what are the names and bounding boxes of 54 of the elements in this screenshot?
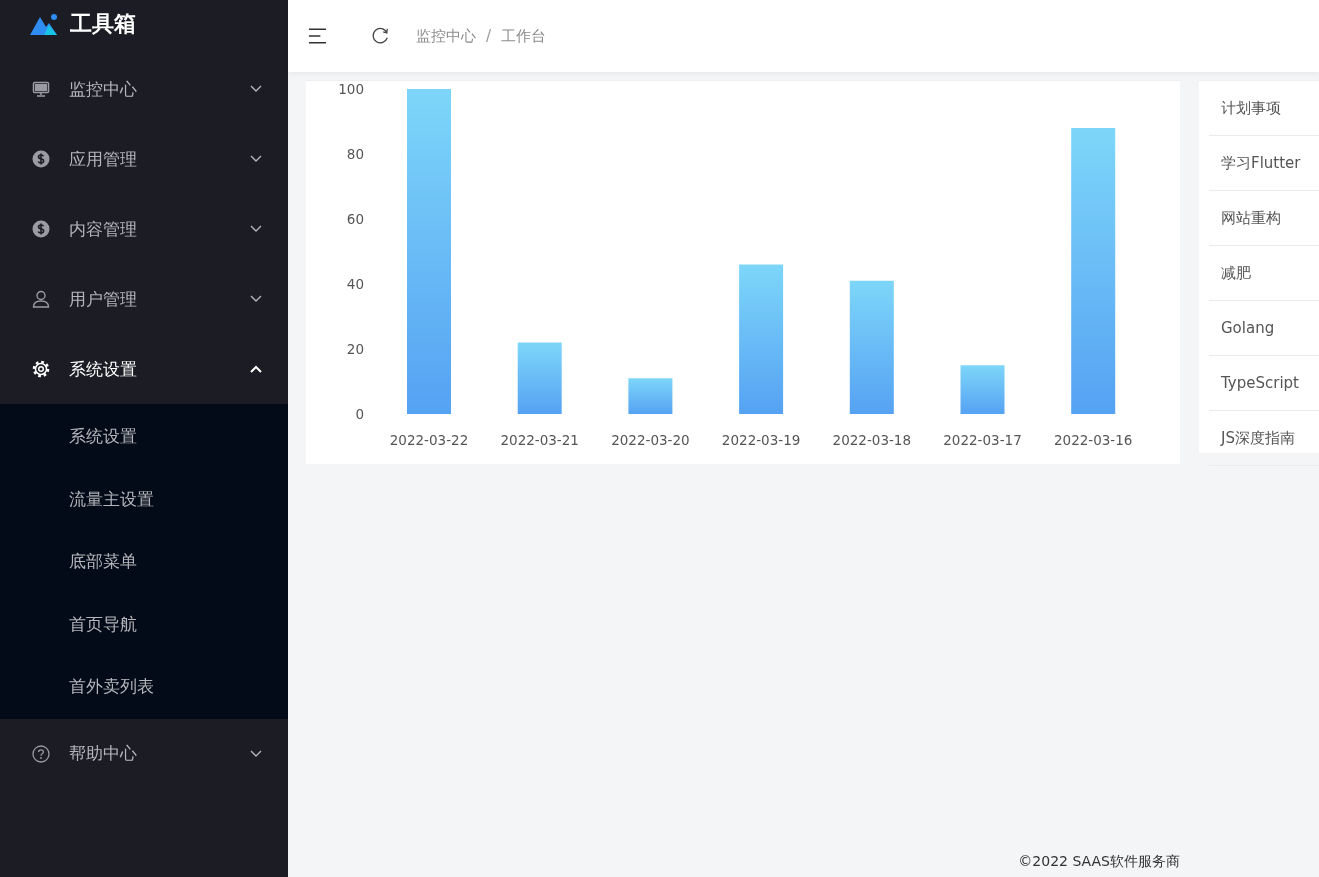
x-axis-label: 2022-03-22 bbox=[389, 432, 469, 448]
dollar-icon bbox=[32, 220, 50, 238]
menu-icon[interactable] bbox=[308, 27, 327, 45]
y-axis-label: 80 bbox=[346, 146, 364, 162]
sidebar-menu-item[interactable]: 用户管理 bbox=[0, 264, 288, 334]
y-axis-label: 60 bbox=[346, 211, 364, 227]
chevron-icon bbox=[250, 365, 262, 373]
sidebar-submenu-item[interactable]: 流量主设置 bbox=[0, 467, 288, 530]
chevron-icon bbox=[250, 225, 262, 233]
sidebar-menu-item[interactable]: 应用管理 bbox=[0, 124, 288, 194]
y-axis-label: 40 bbox=[346, 276, 364, 292]
sidebar-submenu-item[interactable]: 首外卖列表 bbox=[0, 655, 288, 718]
chevron-icon bbox=[250, 85, 262, 93]
refresh-icon[interactable] bbox=[371, 27, 390, 45]
x-axis-label: 2022-03-19 bbox=[721, 432, 801, 448]
footer-copyright: ©2022 SAAS软件服务商 bbox=[1018, 853, 1180, 869]
app-title: 工具箱 bbox=[70, 10, 136, 38]
mountain-logo-icon bbox=[30, 13, 60, 35]
settings-icon bbox=[32, 360, 50, 378]
monitor-icon bbox=[32, 80, 50, 98]
todo-item[interactable]: 减肥 bbox=[1209, 246, 1319, 301]
sidebar-menu-item[interactable]: 监控中心 bbox=[0, 54, 288, 124]
x-axis-label: 2022-03-16 bbox=[1053, 432, 1133, 448]
y-axis-label: 20 bbox=[346, 341, 364, 357]
chart-bar bbox=[960, 365, 1005, 414]
sidebar-submenu-item[interactable]: 首页导航 bbox=[0, 592, 288, 655]
todo-item[interactable]: Golang bbox=[1209, 301, 1319, 356]
todo-item[interactable]: TypeScript bbox=[1209, 356, 1319, 411]
y-axis-label: 0 bbox=[355, 406, 364, 422]
breadcrumb-link[interactable]: 工作台 bbox=[501, 26, 547, 46]
chevron-icon bbox=[250, 749, 262, 758]
help-icon bbox=[32, 744, 50, 763]
user-icon bbox=[32, 290, 50, 308]
y-axis-label: 100 bbox=[338, 81, 364, 97]
sidebar-menu-item[interactable]: 系统设置 bbox=[0, 334, 288, 404]
chevron-icon bbox=[250, 295, 262, 303]
breadcrumb-separator: / bbox=[486, 27, 492, 45]
chart-bar bbox=[517, 342, 562, 414]
todo-item[interactable]: 学习Flutter bbox=[1209, 136, 1319, 191]
x-axis-label: 2022-03-17 bbox=[943, 432, 1022, 448]
sidebar-menu-item[interactable]: 帮助中心 bbox=[0, 718, 288, 789]
dollar-icon bbox=[32, 150, 50, 168]
todo-item[interactable]: 网站重构 bbox=[1209, 191, 1319, 246]
todo-item[interactable]: JS深度指南 bbox=[1209, 411, 1319, 466]
breadcrumb-link[interactable]: 监控中心 bbox=[416, 26, 476, 46]
sidebar-menu-item[interactable]: 内容管理 bbox=[0, 194, 288, 264]
chevron-icon bbox=[250, 155, 262, 163]
sidebar-submenu-item[interactable]: 系统设置 bbox=[0, 405, 288, 468]
sidebar-submenu-item[interactable]: 底部菜单 bbox=[0, 530, 288, 593]
x-axis-label: 2022-03-21 bbox=[500, 432, 579, 448]
todo-item[interactable]: 计划事项 bbox=[1209, 81, 1319, 136]
x-axis-label: 2022-03-18 bbox=[832, 432, 912, 448]
chart-bar bbox=[628, 378, 673, 414]
x-axis-label: 2022-03-20 bbox=[611, 432, 690, 448]
